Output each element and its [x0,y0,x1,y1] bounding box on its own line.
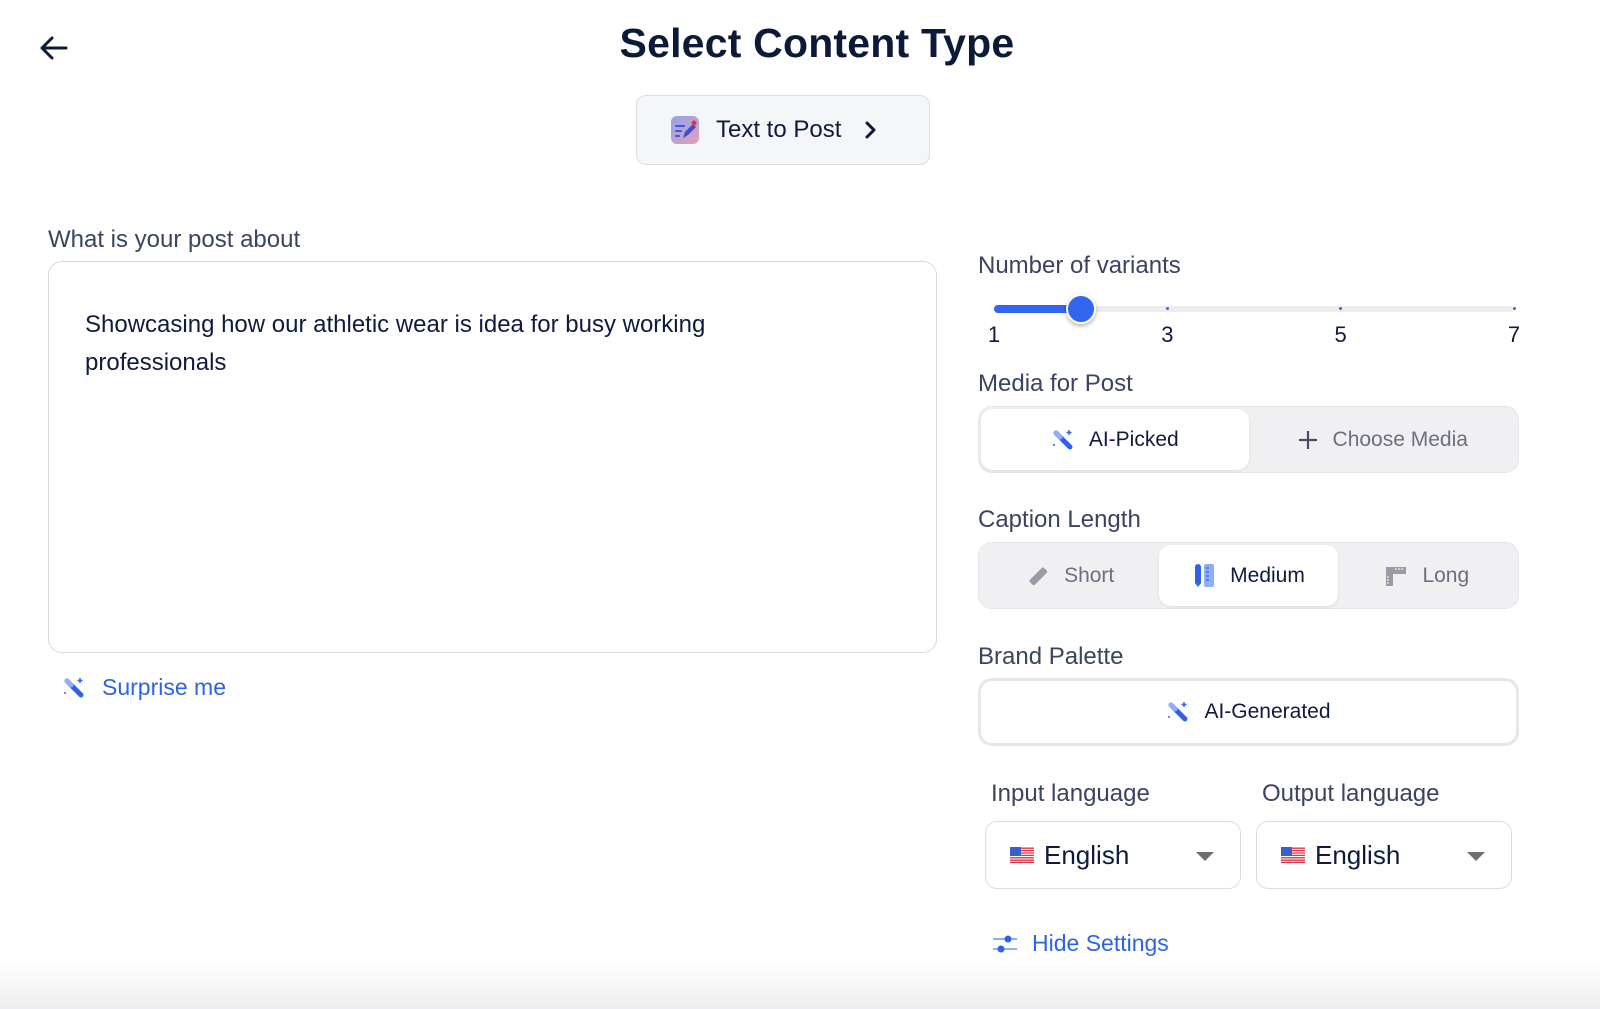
brand-palette-label: Brand Palette [978,643,1124,670]
content-type-label: Text to Post [716,116,842,143]
pen-ruler-icon [1195,563,1215,587]
us-flag-icon [1281,847,1305,863]
output-language-value: English [1315,839,1401,870]
media-selector: AI-Picked Choose Media [978,406,1519,473]
surprise-me-button[interactable]: Surprise me [62,674,226,701]
input-language-value: English [1044,839,1130,870]
slider-tick-label: 5 [1334,322,1347,347]
caption-option-label: Short [1064,563,1115,587]
slider-tick [1165,307,1169,310]
ruler-icon [1029,567,1048,585]
caption-option-label: Long [1422,563,1470,587]
media-option-choose-media[interactable]: Choose Media [1249,409,1517,470]
corner-ruler-icon [1386,566,1407,586]
slider-tick-labels: 1 3 5 7 [988,322,1528,348]
media-label: Media for Post [978,370,1133,397]
chevron-right-icon [865,121,876,139]
output-language-label: Output language [1262,780,1440,807]
text-edit-icon [671,116,699,144]
content-type-button[interactable]: Text to Post [636,95,930,165]
post-topic-label: What is your post about [48,226,301,253]
output-language-select[interactable]: English [1256,821,1512,889]
slider-tick-label: 1 [987,322,1001,347]
post-topic-input[interactable] [85,306,805,608]
magic-wand-icon [64,677,84,697]
hide-settings-label: Hide Settings [1032,930,1169,956]
post-topic-field[interactable] [48,261,937,653]
caret-down-icon [1196,852,1214,861]
magic-wand-icon [1168,702,1188,722]
bottom-fade [0,959,1600,1009]
media-option-label: Choose Media [1332,427,1468,451]
caption-option-short[interactable]: Short [981,545,1159,606]
media-option-ai-picked[interactable]: AI-Picked [981,409,1249,470]
plus-icon [1298,430,1317,449]
slider-tick-label: 7 [1507,322,1521,347]
caption-option-label: Medium [1230,563,1305,587]
input-language-label: Input language [991,780,1150,807]
sliders-icon [993,935,1017,952]
brand-palette-button[interactable]: AI-Generated [978,678,1519,746]
magic-wand-icon [1052,429,1073,449]
variants-slider[interactable] [994,294,1516,324]
caption-option-long[interactable]: Long [1338,545,1516,606]
caret-down-icon [1467,852,1485,861]
media-option-label: AI-Picked [1088,427,1179,451]
slider-thumb[interactable] [1065,294,1096,324]
caption-length-label: Caption Length [978,506,1141,533]
variants-label: Number of variants [978,252,1181,279]
slider-tick [1512,307,1516,310]
caption-length-selector: Short Medium Long [978,542,1519,609]
page-title: Select Content Type [619,20,1015,66]
surprise-me-label: Surprise me [102,674,226,700]
slider-tick-label: 3 [1161,322,1174,347]
input-language-select[interactable]: English [985,821,1241,889]
brand-palette-value: AI-Generated [1204,700,1331,723]
caption-option-medium[interactable]: Medium [1159,545,1338,606]
us-flag-icon [1010,847,1034,863]
hide-settings-button[interactable]: Hide Settings [992,930,1169,957]
